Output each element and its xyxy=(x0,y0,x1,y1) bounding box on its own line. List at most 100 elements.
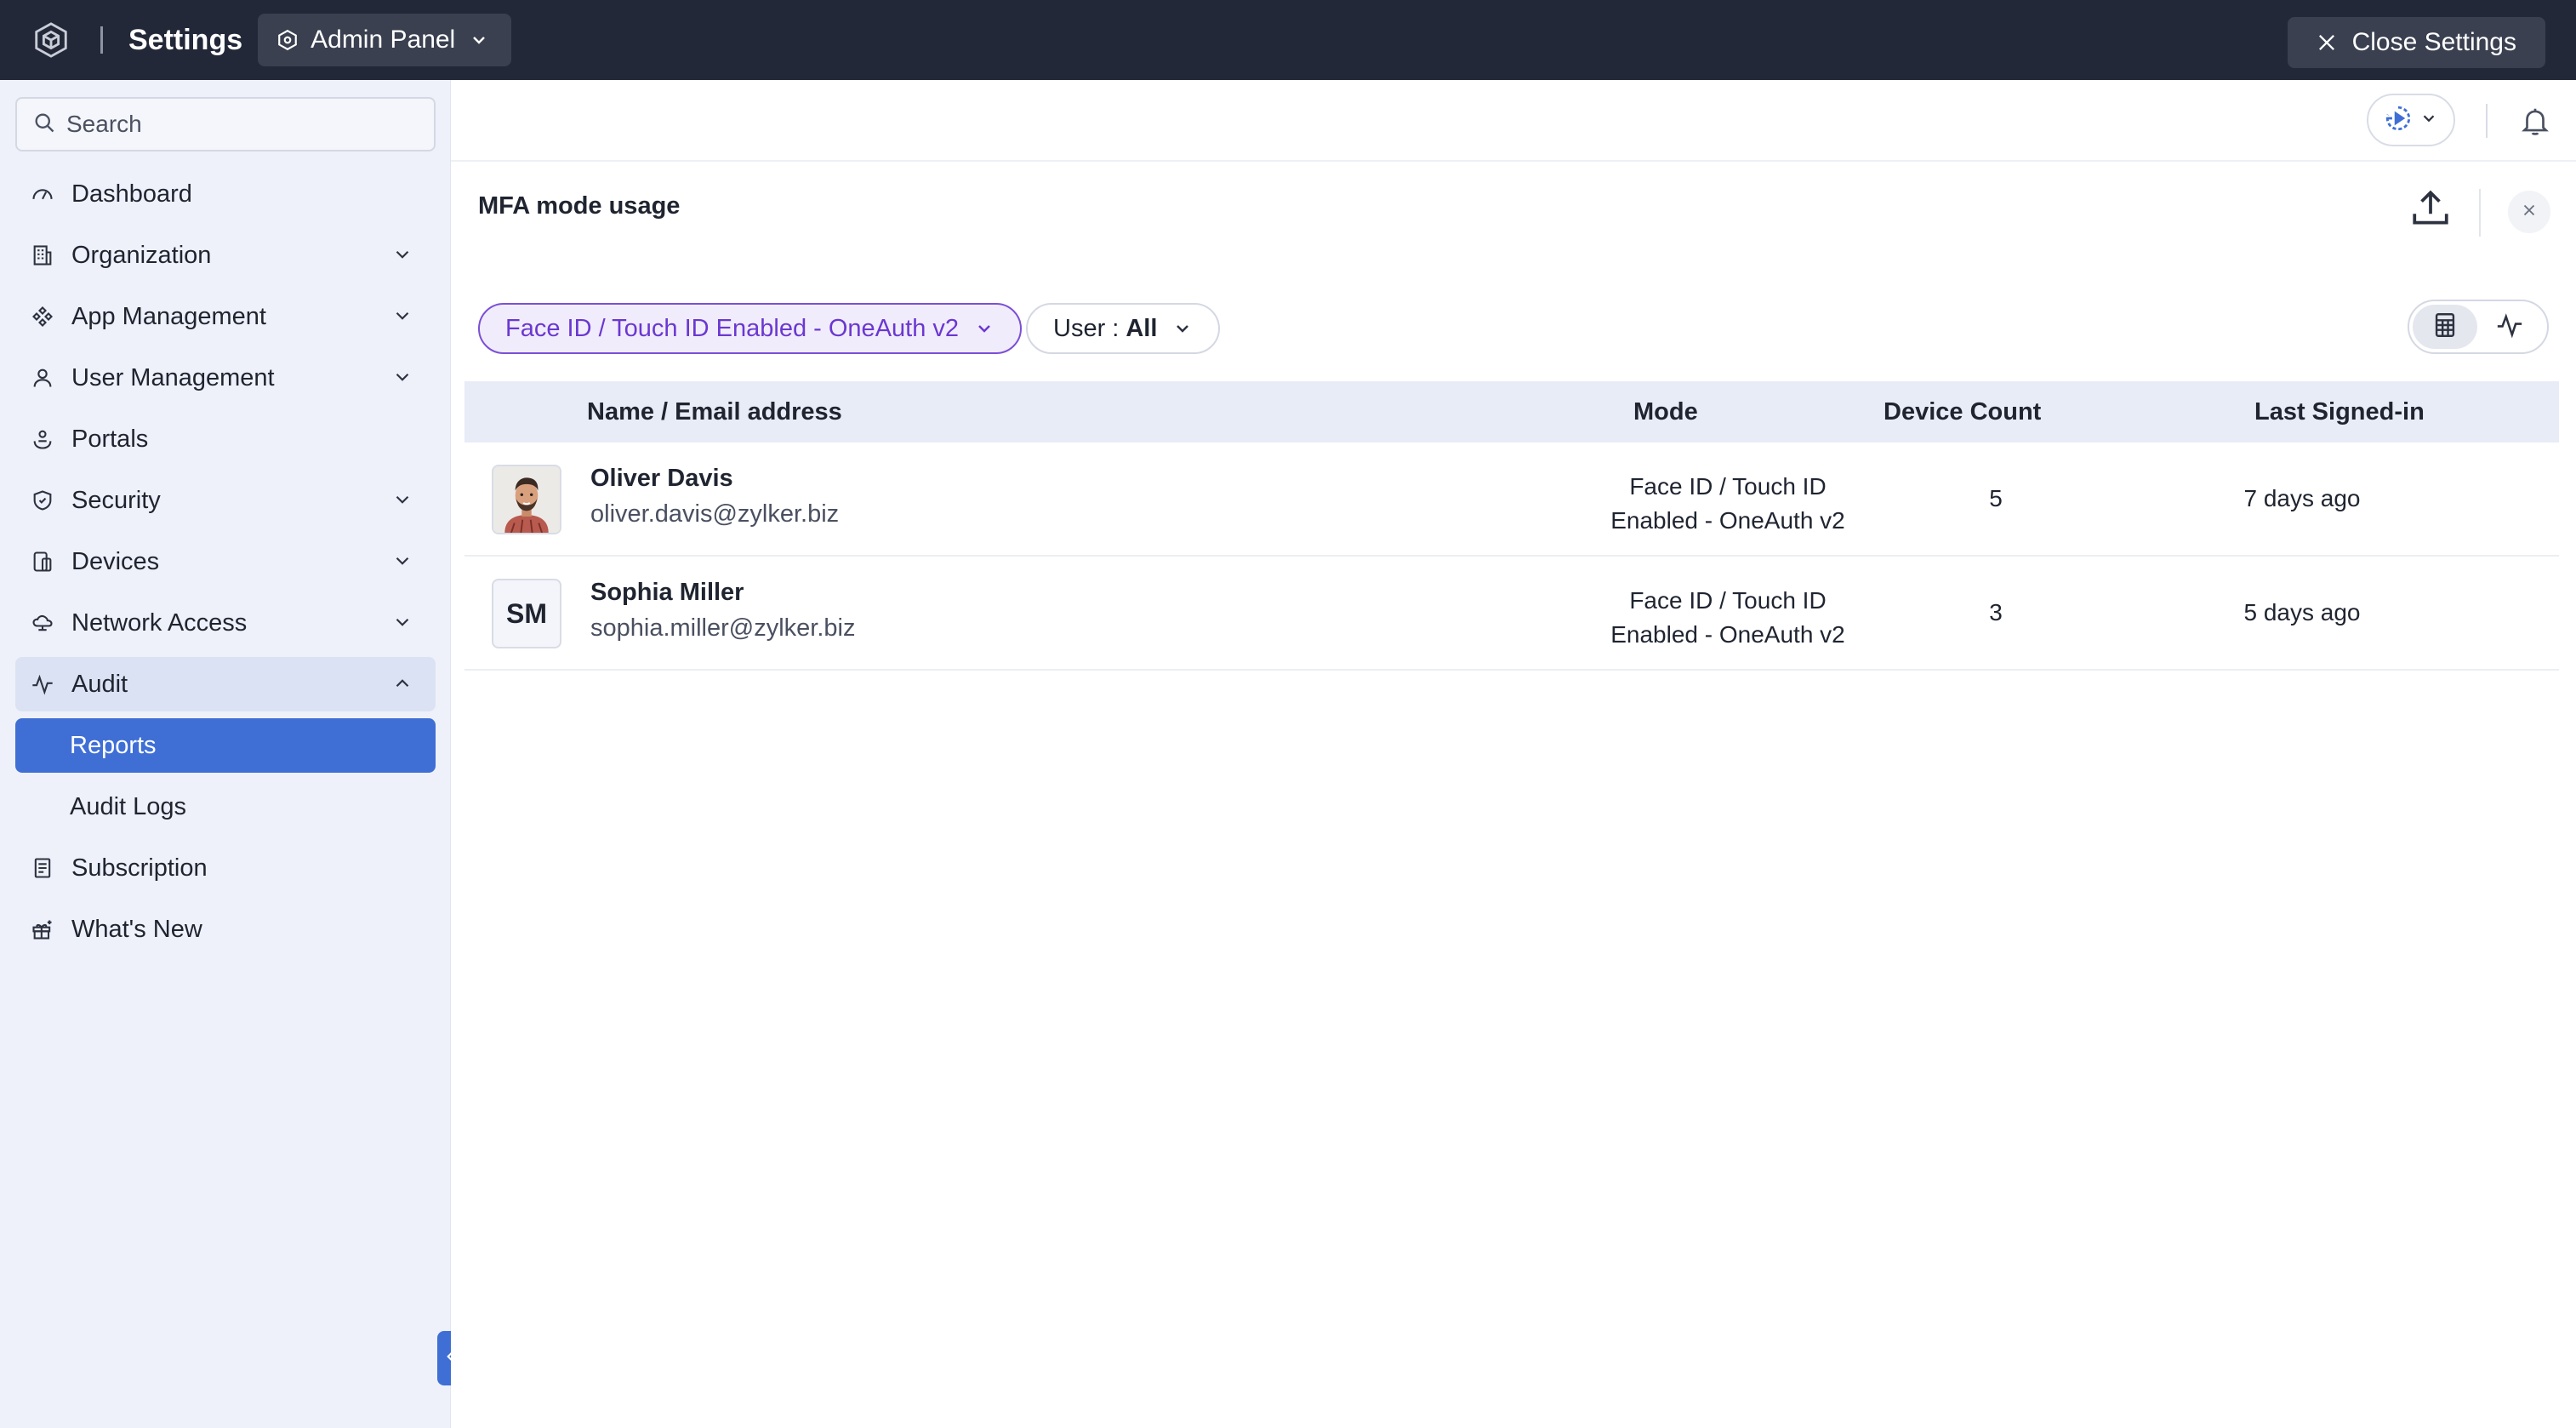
sidebar-item-app-management[interactable]: App Management xyxy=(15,289,436,344)
sidebar-item-devices[interactable]: Devices xyxy=(15,534,436,589)
avatar xyxy=(492,465,561,534)
notification-bell-icon[interactable] xyxy=(2516,102,2554,140)
table-header: Name / Email address Mode Device Count L… xyxy=(464,381,2559,443)
column-header-last-signed-in[interactable]: Last Signed-in xyxy=(2254,398,2425,426)
chevron-down-icon xyxy=(974,318,994,339)
chart-view-button[interactable] xyxy=(2477,305,2542,349)
mode-cell: Face ID / Touch ID Enabled - OneAuth v2 xyxy=(1587,470,1868,538)
close-icon xyxy=(2520,201,2539,224)
sidebar-item-subscription[interactable]: Subscription xyxy=(15,841,436,895)
topbar-divider xyxy=(100,26,103,54)
organization-icon xyxy=(29,242,56,269)
sidebar-item-user-management[interactable]: User Management xyxy=(15,351,436,405)
user-email: sophia.miller@zylker.biz xyxy=(590,614,856,642)
chevron-down-icon xyxy=(391,550,413,572)
page-title: Settings xyxy=(128,23,243,56)
user-icon xyxy=(29,364,56,391)
chevron-down-icon xyxy=(391,305,413,327)
sidebar-item-network-access[interactable]: Network Access xyxy=(15,596,436,650)
activity-icon xyxy=(2495,311,2524,344)
sidebar-item-audit-logs[interactable]: Audit Logs xyxy=(15,780,436,834)
play-circle-icon xyxy=(2384,104,2413,137)
sidebar-item-audit[interactable]: Audit xyxy=(15,657,436,711)
sidebar-item-label: What's New xyxy=(71,915,202,943)
sidebar-item-security[interactable]: Security xyxy=(15,473,436,528)
mfa-mode-filter[interactable]: Face ID / Touch ID Enabled - OneAuth v2 xyxy=(478,303,1023,354)
last-signed-in-cell: 7 days ago xyxy=(2243,485,2361,511)
chevron-down-icon xyxy=(391,366,413,388)
view-toggle xyxy=(2408,300,2549,354)
device-count-cell: 3 xyxy=(1989,599,2003,625)
main-content: MFA mode usage Face ID / Touch ID Enable… xyxy=(451,80,2576,1428)
admin-panel-label: Admin Panel xyxy=(311,26,456,54)
device-count-cell: 5 xyxy=(1989,485,2003,511)
sidebar: Dashboard Organization App Management Us… xyxy=(0,80,451,1428)
report-table: Name / Email address Mode Device Count L… xyxy=(464,381,2559,671)
column-header-name[interactable]: Name / Email address xyxy=(587,398,842,426)
sidebar-item-label: App Management xyxy=(71,302,266,330)
column-header-mode[interactable]: Mode xyxy=(1633,398,1698,426)
mode-cell: Face ID / Touch ID Enabled - OneAuth v2 xyxy=(1587,584,1868,652)
mode-line: Enabled - OneAuth v2 xyxy=(1610,621,1845,648)
sidebar-nav: Dashboard Organization App Management Us… xyxy=(15,167,436,963)
table-grid-icon xyxy=(2431,311,2459,344)
user-email: oliver.davis@zylker.biz xyxy=(590,500,840,528)
user-filter-label: User : xyxy=(1053,314,1120,342)
sidebar-item-label: Subscription xyxy=(71,854,208,882)
admin-panel-dropdown[interactable]: Admin Panel xyxy=(258,14,512,66)
search-box[interactable] xyxy=(15,97,436,151)
shield-icon xyxy=(29,487,56,514)
app-logo-icon[interactable] xyxy=(27,16,75,64)
sidebar-item-reports[interactable]: Reports xyxy=(15,718,436,773)
search-input[interactable] xyxy=(66,111,424,138)
sidebar-item-label: Dashboard xyxy=(71,180,192,208)
user-filter-value: All xyxy=(1126,314,1158,342)
chevron-down-icon xyxy=(469,30,489,50)
subscription-icon xyxy=(29,854,56,882)
sidebar-item-label: Audit Logs xyxy=(70,792,187,820)
sidebar-item-label: Organization xyxy=(71,241,212,269)
chevron-down-icon xyxy=(391,243,413,266)
user-filter[interactable]: User : All xyxy=(1026,303,1221,354)
mode-line: Enabled - OneAuth v2 xyxy=(1610,507,1845,534)
gift-icon xyxy=(29,916,56,943)
mode-line: Face ID / Touch ID xyxy=(1629,473,1827,500)
close-settings-button[interactable]: Close Settings xyxy=(2287,17,2545,68)
close-icon xyxy=(2315,31,2339,54)
sidebar-item-label: User Management xyxy=(71,363,275,391)
chevron-down-icon xyxy=(391,611,413,633)
user-name: Sophia Miller xyxy=(590,579,744,606)
column-header-device-count[interactable]: Device Count xyxy=(1884,398,2041,426)
sidebar-item-organization[interactable]: Organization xyxy=(15,228,436,283)
export-button[interactable] xyxy=(2406,186,2455,235)
table-view-button[interactable] xyxy=(2413,305,2477,349)
hexagon-icon xyxy=(276,29,299,51)
portals-icon xyxy=(29,426,56,453)
devices-icon xyxy=(29,548,56,575)
report-title: MFA mode usage xyxy=(478,192,681,220)
sidebar-item-whats-new[interactable]: What's New xyxy=(15,902,436,957)
upload-icon xyxy=(2409,187,2452,234)
chevron-down-icon xyxy=(1172,318,1193,339)
mode-line: Face ID / Touch ID xyxy=(1629,587,1827,614)
dashboard-icon xyxy=(29,180,56,208)
sidebar-item-label: Audit xyxy=(71,670,128,698)
chevron-down-icon xyxy=(391,488,413,511)
top-bar: Settings Admin Panel Close Settings xyxy=(0,0,2576,80)
sidebar-item-label: Portals xyxy=(71,425,149,453)
search-icon xyxy=(32,111,56,139)
cloud-network-icon xyxy=(29,609,56,637)
quick-actions-dropdown[interactable] xyxy=(2367,94,2455,146)
sidebar-item-label: Devices xyxy=(71,547,160,575)
sidebar-item-label: Security xyxy=(71,486,161,514)
utility-bar xyxy=(451,80,2576,162)
sidebar-item-dashboard[interactable]: Dashboard xyxy=(15,167,436,221)
table-row[interactable]: Oliver Davis oliver.davis@zylker.biz Fac… xyxy=(464,443,2559,557)
user-name: Oliver Davis xyxy=(590,465,733,492)
table-row[interactable]: SM Sophia Miller sophia.miller@zylker.bi… xyxy=(464,557,2559,671)
sidebar-item-portals[interactable]: Portals xyxy=(15,412,436,466)
sidebar-item-label: Network Access xyxy=(71,608,248,637)
header-divider xyxy=(2479,189,2481,237)
close-report-button[interactable] xyxy=(2508,191,2550,233)
chevron-down-icon xyxy=(2419,109,2438,132)
